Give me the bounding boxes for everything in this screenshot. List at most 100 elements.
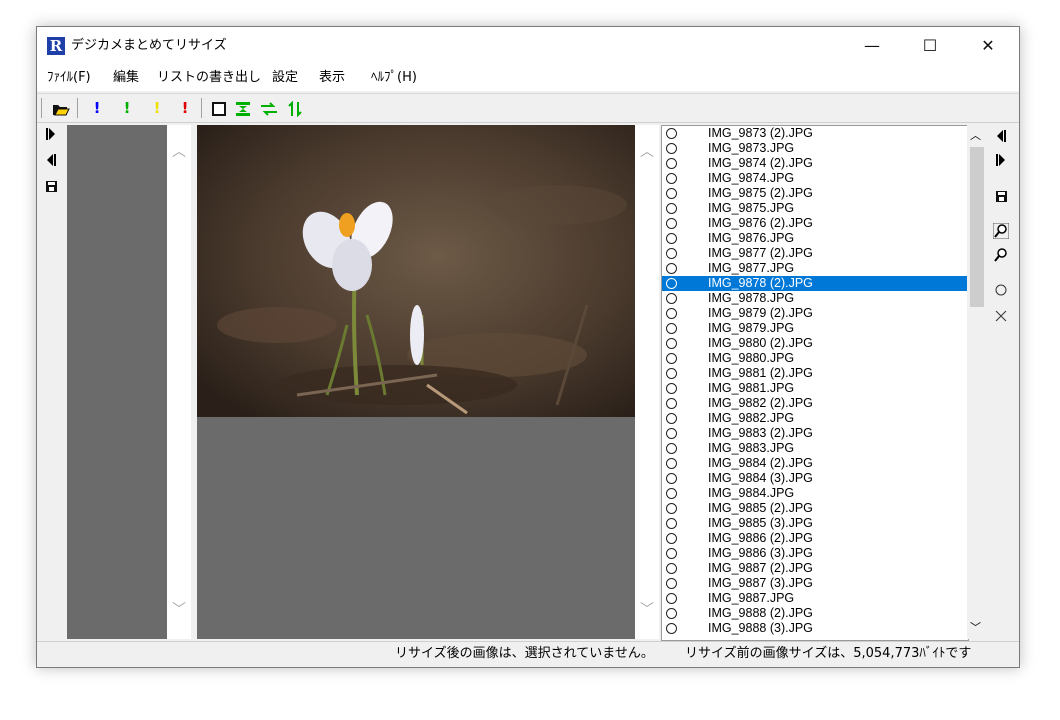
file-list-item[interactable]: IMG_9880 (2).JPG <box>662 336 968 351</box>
file-list-item[interactable]: IMG_9884 (3).JPG <box>662 471 968 486</box>
file-name: IMG_9881 (2).JPG <box>708 366 813 380</box>
status-circle-icon <box>666 503 677 514</box>
file-list-item[interactable]: IMG_9888 (3).JPG <box>662 621 968 636</box>
square-icon[interactable] <box>209 97 229 119</box>
chevron-down-icon[interactable]: ﹀ <box>171 599 187 619</box>
app-window: R デジカメまとめてリサイズ — ☐ ✕ ﾌｧｲﾙ(F) 編集 リストの書き出し… <box>36 26 1020 668</box>
file-list-item[interactable]: IMG_9883 (2).JPG <box>662 426 968 441</box>
file-list-item[interactable]: IMG_9881.JPG <box>662 381 968 396</box>
collapse-left-icon[interactable] <box>991 129 1011 149</box>
file-list-item[interactable]: IMG_9887.JPG <box>662 591 968 606</box>
file-list-item[interactable]: IMG_9877 (2).JPG <box>662 246 968 261</box>
scroll-down-arrow-icon[interactable]: ﹀ <box>970 619 981 635</box>
exclamation-red-icon[interactable]: ! <box>175 97 195 119</box>
expand-right-icon[interactable] <box>991 153 1011 173</box>
chevron-up-icon[interactable]: ︿ <box>639 141 655 161</box>
file-list-item[interactable]: IMG_9880.JPG <box>662 351 968 366</box>
collapse-left-icon[interactable] <box>41 153 61 173</box>
exclamation-blue-icon[interactable]: ! <box>87 97 107 119</box>
toolbar: ! ! ! ! <box>37 93 1019 123</box>
file-list-item[interactable]: IMG_9874.JPG <box>662 171 968 186</box>
file-list-item[interactable]: IMG_9882 (2).JPG <box>662 396 968 411</box>
file-list-item[interactable]: IMG_9876 (2).JPG <box>662 216 968 231</box>
status-circle-icon <box>666 623 677 634</box>
close-button[interactable]: ✕ <box>965 27 1011 65</box>
zoom-out-icon[interactable] <box>991 247 1011 267</box>
center-panel-scrollbar[interactable]: ︿ ﹀ <box>635 125 659 639</box>
maximize-button[interactable]: ☐ <box>907 27 953 65</box>
file-list-item[interactable]: IMG_9884 (2).JPG <box>662 456 968 471</box>
file-list-item[interactable]: IMG_9888 (2).JPG <box>662 606 968 621</box>
zoom-in-icon[interactable] <box>991 222 1011 243</box>
file-list[interactable]: IMG_9873 (2).JPG IMG_9873.JPG IMG_9874 (2)… <box>661 125 969 641</box>
menu-file[interactable]: ﾌｧｲﾙ(F) <box>47 69 91 87</box>
exclamation-green-icon[interactable]: ! <box>117 97 137 119</box>
chevron-down-icon[interactable]: ﹀ <box>639 599 655 619</box>
file-name: IMG_9874.JPG <box>708 171 795 185</box>
file-list-item[interactable]: IMG_9883.JPG <box>662 441 968 456</box>
expand-right-icon[interactable] <box>41 127 61 147</box>
scroll-up-arrow-icon[interactable]: ︿ <box>970 127 981 143</box>
file-name: IMG_9881.JPG <box>708 381 795 395</box>
file-list-item[interactable]: IMG_9882.JPG <box>662 411 968 426</box>
file-list-item[interactable]: IMG_9879.JPG <box>662 321 968 336</box>
scroll-thumb[interactable] <box>970 147 984 307</box>
left-panel-scrollbar[interactable]: ︿ ﹀ <box>167 125 191 639</box>
menu-edit[interactable]: 編集 <box>113 69 139 87</box>
open-folder-icon[interactable] <box>51 97 71 119</box>
title-bar: R デジカメまとめてリサイズ — ☐ ✕ <box>37 27 1019 65</box>
file-list-item[interactable]: IMG_9887 (2).JPG <box>662 561 968 576</box>
minimize-button[interactable]: — <box>849 27 895 65</box>
save-icon[interactable] <box>41 177 61 197</box>
file-list-item[interactable]: IMG_9877.JPG <box>662 261 968 276</box>
circle-mark-icon[interactable] <box>991 283 1011 303</box>
photo-preview <box>197 125 635 417</box>
file-name: IMG_9874 (2).JPG <box>708 156 813 170</box>
file-list-item[interactable]: IMG_9881 (2).JPG <box>662 366 968 381</box>
file-list-item[interactable]: IMG_9878.JPG <box>662 291 968 306</box>
status-circle-icon <box>666 353 677 364</box>
app-r-icon: R <box>47 37 65 55</box>
file-list-item[interactable]: IMG_9885 (3).JPG <box>662 516 968 531</box>
status-circle-icon <box>666 518 677 529</box>
exclamation-yellow-icon[interactable]: ! <box>147 97 167 119</box>
swap-icon[interactable] <box>259 97 279 119</box>
file-list-item[interactable]: IMG_9886 (3).JPG <box>662 546 968 561</box>
file-name: IMG_9875.JPG <box>708 201 795 215</box>
menu-help[interactable]: ﾍﾙﾌﾟ(H) <box>371 69 417 87</box>
file-name: IMG_9888 (2).JPG <box>708 606 813 620</box>
status-circle-icon <box>666 488 677 499</box>
file-list-item[interactable]: IMG_9885 (2).JPG <box>662 501 968 516</box>
chevron-up-icon[interactable]: ︿ <box>171 141 187 161</box>
file-list-item[interactable]: IMG_9876.JPG <box>662 231 968 246</box>
fit-icon[interactable] <box>233 97 253 119</box>
save-icon[interactable] <box>991 187 1011 207</box>
menu-view[interactable]: 表示 <box>319 69 345 87</box>
status-circle-icon <box>666 608 677 619</box>
menu-export-list[interactable]: リストの書き出し <box>157 69 261 87</box>
status-circle-icon <box>666 413 677 424</box>
file-name: IMG_9883 (2).JPG <box>708 426 813 440</box>
file-list-item[interactable]: IMG_9873.JPG <box>662 141 968 156</box>
updown-icon[interactable] <box>285 97 305 119</box>
file-list-scrollbar[interactable]: ︿ ﹀ <box>967 125 987 639</box>
file-name: IMG_9880 (2).JPG <box>708 336 813 350</box>
status-circle-icon <box>666 458 677 469</box>
file-list-item[interactable]: IMG_9878 (2).JPG <box>662 276 968 291</box>
file-name: IMG_9876 (2).JPG <box>708 216 813 230</box>
file-list-item[interactable]: IMG_9879 (2).JPG <box>662 306 968 321</box>
file-list-item[interactable]: IMG_9886 (2).JPG <box>662 531 968 546</box>
file-list-item[interactable]: IMG_9875.JPG <box>662 201 968 216</box>
file-name: IMG_9877.JPG <box>708 261 795 275</box>
cross-mark-icon[interactable] <box>991 309 1011 329</box>
file-name: IMG_9887 (3).JPG <box>708 576 813 590</box>
file-list-item[interactable]: IMG_9875 (2).JPG <box>662 186 968 201</box>
file-list-item[interactable]: IMG_9884.JPG <box>662 486 968 501</box>
menu-settings[interactable]: 設定 <box>272 69 298 87</box>
status-bar: リサイズ後の画像は、選択されていません。 リサイズ前の画像サイズは、5,054,… <box>37 641 1019 666</box>
file-name: IMG_9884 (3).JPG <box>708 471 813 485</box>
file-list-item[interactable]: IMG_9887 (3).JPG <box>662 576 968 591</box>
file-list-item[interactable]: IMG_9873 (2).JPG <box>662 126 968 141</box>
file-list-item[interactable]: IMG_9874 (2).JPG <box>662 156 968 171</box>
status-circle-icon <box>666 293 677 304</box>
